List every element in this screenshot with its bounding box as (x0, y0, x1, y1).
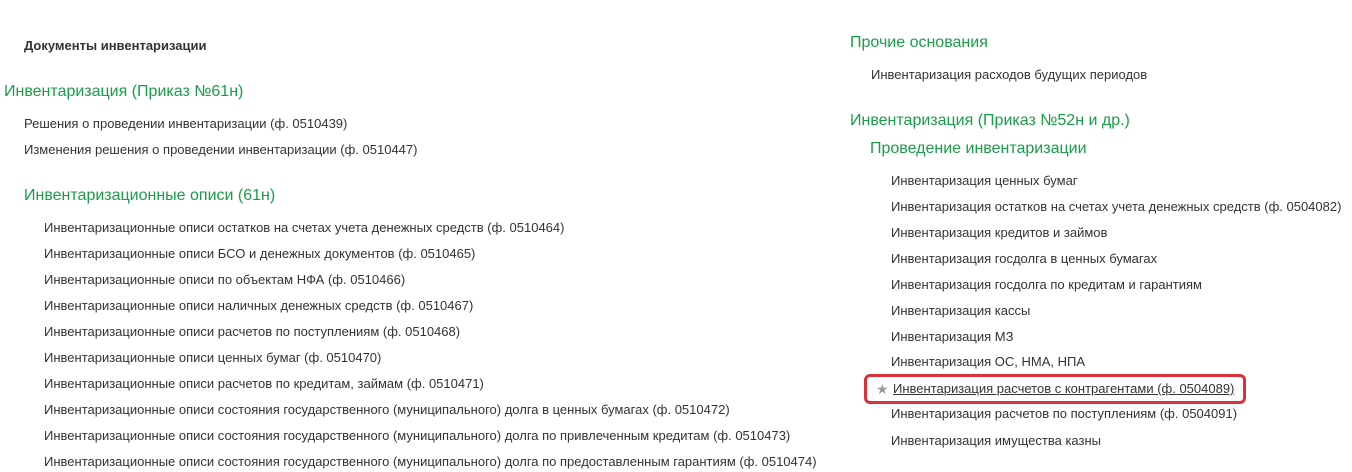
group-title-order-61n: Инвентаризация (Приказ №61н) (4, 83, 244, 100)
link-opis-nfa[interactable]: Инвентаризационные описи по объектам НФА… (44, 272, 405, 287)
link-inv-receipts-settlements[interactable]: Инвентаризация расчетов по поступлениям … (891, 406, 1237, 421)
link-opis-cash[interactable]: Инвентаризационные описи наличных денежн… (44, 298, 473, 313)
link-opis-credits-loans[interactable]: Инвентаризационные описи расчетов по кре… (44, 376, 484, 391)
link-opis-bso[interactable]: Инвентаризационные описи БСО и денежных … (44, 246, 475, 261)
right-column: Прочие основания Инвентаризация расходов… (840, 0, 1352, 472)
link-inventory-decision[interactable]: Решения о проведении инвентаризации (ф. … (24, 116, 347, 131)
subgroup-title-conducting-inventory: Проведение инвентаризации (870, 140, 1087, 157)
link-inv-cash-accounts[interactable]: Инвентаризация остатков на счетах учета … (891, 199, 1341, 214)
star-icon[interactable]: ★ (876, 381, 889, 397)
link-inv-credits-loans[interactable]: Инвентаризация кредитов и займов (891, 225, 1107, 240)
link-inv-securities[interactable]: Инвентаризация ценных бумаг (891, 173, 1078, 188)
section-title-inventory-documents: Документы инвентаризации (24, 38, 207, 53)
link-opis-debt-securities[interactable]: Инвентаризационные описи состояния госуд… (44, 402, 730, 417)
highlighted-favorite-row: ★ Инвентаризация расчетов с контрагентам… (864, 374, 1246, 404)
group-title-other-grounds: Прочие основания (850, 34, 988, 51)
link-inv-mz[interactable]: Инвентаризация МЗ (891, 329, 1013, 344)
link-inv-treasury-property[interactable]: Инвентаризация имущества казны (891, 433, 1101, 448)
subgroup-title-inventory-lists-61n: Инвентаризационные описи (61н) (24, 187, 276, 204)
link-opis-debt-guarantees[interactable]: Инвентаризационные описи состояния госуд… (44, 454, 817, 469)
link-inv-debt-credits-guarantees[interactable]: Инвентаризация госдолга по кредитам и га… (891, 277, 1202, 292)
link-opis-securities[interactable]: Инвентаризационные описи ценных бумаг (ф… (44, 350, 381, 365)
group-title-order-52n: Инвентаризация (Приказ №52н и др.) (850, 112, 1130, 129)
link-opis-receipts[interactable]: Инвентаризационные описи расчетов по пос… (44, 324, 460, 339)
left-column: Документы инвентаризации Инвентаризация … (0, 0, 830, 472)
link-inv-cashbox[interactable]: Инвентаризация кассы (891, 303, 1030, 318)
link-inv-counterparty-settlements[interactable]: Инвентаризация расчетов с контрагентами … (893, 381, 1234, 397)
link-opis-debt-credits[interactable]: Инвентаризационные описи состояния госуд… (44, 428, 790, 443)
link-deferred-expenses[interactable]: Инвентаризация расходов будущих периодов (871, 67, 1147, 82)
link-inv-debt-securities[interactable]: Инвентаризация госдолга в ценных бумагах (891, 251, 1157, 266)
link-inv-os-nma-npa[interactable]: Инвентаризация ОС, НМА, НПА (891, 354, 1085, 369)
link-opis-cash-accounts[interactable]: Инвентаризационные описи остатков на сче… (44, 220, 564, 235)
link-inventory-decision-change[interactable]: Изменения решения о проведении инвентари… (24, 142, 417, 157)
